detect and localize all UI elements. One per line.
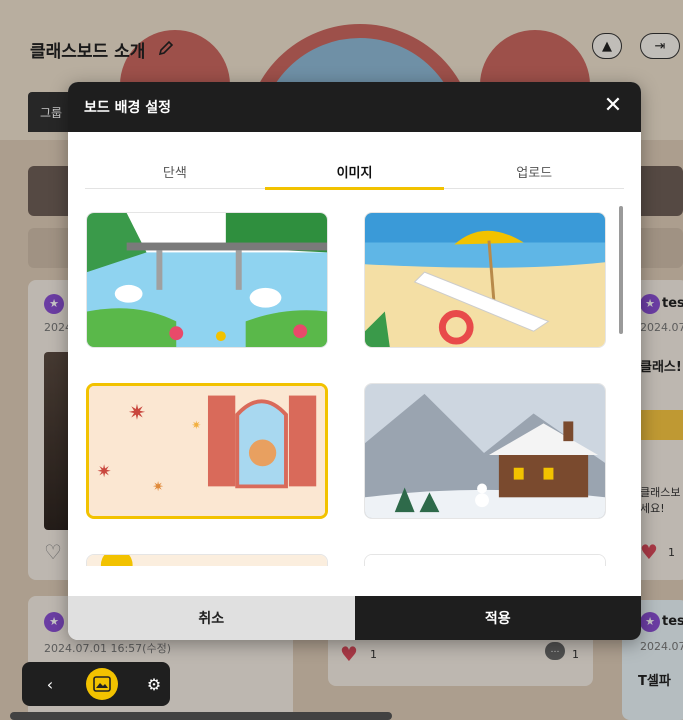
svg-text:✷: ✷ [152, 479, 163, 495]
cancel-button[interactable]: 취소 [68, 596, 355, 640]
background-button[interactable] [86, 668, 118, 700]
back-button[interactable]: ‹ [34, 668, 66, 700]
svg-text:✷: ✷ [191, 418, 201, 432]
bottom-toolbar: ‹ ⚙ [22, 662, 170, 706]
tab-upload[interactable]: 업로드 [444, 156, 624, 188]
svg-text:✷: ✷ [97, 462, 112, 482]
settings-button[interactable]: ⚙ [138, 668, 170, 700]
image-grid-scrollbar[interactable] [619, 206, 623, 334]
close-button[interactable]: ✕ [601, 94, 625, 118]
background-option-swan-lake[interactable] [86, 212, 328, 348]
board-background-dialog: 보드 배경 설정 ✕ 단색 이미지 업로드 ✷ ✷ ✷ ✷ 취소 적용 [68, 82, 641, 640]
gear-icon: ⚙ [146, 674, 162, 694]
dialog-title: 보드 배경 설정 [84, 100, 172, 116]
tab-solid-color[interactable]: 단색 [85, 156, 265, 188]
dialog-footer: 취소 적용 [68, 596, 641, 640]
background-option-plain[interactable] [364, 554, 606, 566]
svg-text:✷: ✷ [128, 401, 146, 426]
image-grid: ✷ ✷ ✷ ✷ [85, 208, 607, 566]
image-icon [93, 676, 111, 692]
chevron-left-icon: ‹ [46, 674, 54, 694]
background-option-winter-cabin[interactable] [364, 383, 606, 519]
background-type-tabs: 단색 이미지 업로드 [85, 156, 624, 190]
tab-image[interactable]: 이미지 [264, 156, 445, 190]
background-option-sunny[interactable] [86, 554, 328, 566]
dialog-header: 보드 배경 설정 ✕ [68, 82, 641, 132]
close-icon: ✕ [603, 93, 623, 118]
background-option-autumn-window[interactable]: ✷ ✷ ✷ ✷ [86, 383, 328, 519]
background-option-beach[interactable] [364, 212, 606, 348]
apply-button[interactable]: 적용 [354, 596, 641, 640]
